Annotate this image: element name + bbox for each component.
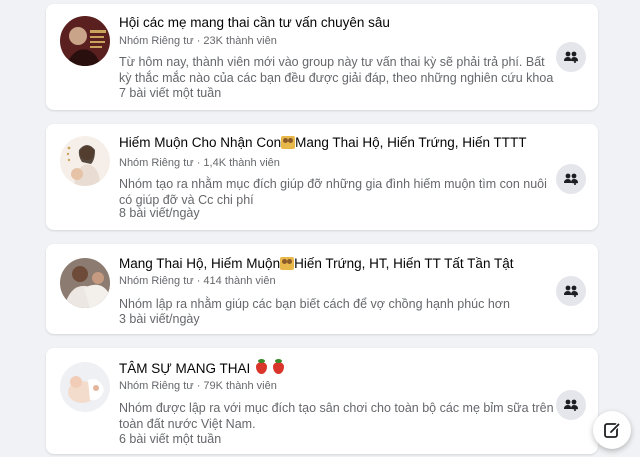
meta-separator: · bbox=[196, 380, 201, 392]
group-post-frequency: 7 bài viết một tuần bbox=[119, 86, 222, 100]
meta-separator: · bbox=[196, 275, 201, 287]
strawberry-emoji-icon bbox=[256, 359, 268, 374]
group-privacy: Nhóm Riêng tư bbox=[119, 35, 194, 47]
group-name[interactable]: Hội các mẹ mang thai cần tư vấn chuyên s… bbox=[119, 15, 390, 30]
group-avatar-image bbox=[60, 16, 110, 66]
group-join-icon bbox=[564, 51, 578, 63]
join-group-button[interactable] bbox=[556, 276, 586, 306]
join-group-button[interactable] bbox=[556, 164, 586, 194]
family-emoji-icon bbox=[280, 257, 295, 270]
group-join-icon bbox=[564, 173, 578, 185]
group-description: Nhóm được lập ra với mục đích tạo sân ch… bbox=[119, 401, 554, 431]
compose-icon bbox=[604, 423, 620, 438]
group-card[interactable]: Mang Thai Hộ, Hiếm Muộn Hiến Trứng, HT, H… bbox=[46, 244, 598, 334]
group-card[interactable]: Hội các mẹ mang thai cần tư vấn chuyên s… bbox=[46, 4, 598, 110]
group-name[interactable]: Hiếm Muộn Cho Nhận Con Mang Thai Hộ, Hiến… bbox=[119, 135, 526, 150]
group-description: Nhóm lập ra nhằm giúp các bạn biết cách … bbox=[119, 297, 510, 311]
group-members: 414 thành viên bbox=[203, 275, 276, 287]
group-card[interactable]: TÂM SỰ MANG THAI Nhóm Riêng tư · 79K thà… bbox=[46, 348, 598, 454]
group-join-icon bbox=[564, 399, 578, 411]
group-avatar[interactable] bbox=[60, 258, 110, 308]
group-meta: Nhóm Riêng tư · 414 thành viên bbox=[119, 275, 276, 287]
group-privacy: Nhóm Riêng tư bbox=[119, 275, 194, 287]
group-name-text: TÂM SỰ MANG THAI bbox=[119, 361, 251, 376]
meta-separator: · bbox=[196, 35, 201, 47]
group-post-frequency: 3 bài viết/ngày bbox=[119, 312, 200, 326]
group-join-icon bbox=[564, 285, 578, 297]
group-post-frequency: 8 bài viết/ngày bbox=[119, 206, 200, 220]
group-post-frequency: 6 bài viết một tuần bbox=[119, 432, 222, 446]
group-members: 23K thành viên bbox=[203, 35, 277, 47]
group-description: Nhóm tạo ra nhằm mục đích giúp đỡ những … bbox=[119, 177, 547, 207]
meta-separator: · bbox=[196, 157, 201, 169]
group-meta: Nhóm Riêng tư · 1,4K thành viên bbox=[119, 157, 280, 169]
family-emoji-icon bbox=[281, 136, 296, 149]
group-card[interactable]: Hiếm Muộn Cho Nhận Con Mang Thai Hộ, Hiến… bbox=[46, 124, 598, 230]
group-name[interactable]: TÂM SỰ MANG THAI bbox=[119, 359, 284, 376]
group-name-part1: Hiếm Muộn Cho Nhận Con bbox=[119, 135, 282, 150]
strawberry-emoji-icon bbox=[272, 359, 284, 374]
group-name[interactable]: Mang Thai Hộ, Hiếm Muộn Hiến Trứng, HT, H… bbox=[119, 256, 513, 271]
group-avatar-image bbox=[60, 258, 110, 308]
group-members: 1,4K thành viên bbox=[203, 157, 280, 169]
group-avatar-image bbox=[60, 362, 110, 412]
group-meta: Nhóm Riêng tư · 79K thành viên bbox=[119, 380, 277, 392]
group-privacy: Nhóm Riêng tư bbox=[119, 157, 194, 169]
join-group-button[interactable] bbox=[556, 42, 586, 72]
group-name-part1: Mang Thai Hộ, Hiếm Muộn bbox=[119, 256, 281, 271]
group-privacy: Nhóm Riêng tư bbox=[119, 380, 194, 392]
group-meta: Nhóm Riêng tư · 23K thành viên bbox=[119, 35, 277, 47]
group-description: Từ hôm nay, thành viên mới vào group này… bbox=[119, 55, 554, 85]
group-name-part2: Mang Thai Hộ, Hiến Trứng, Hiến TTTT bbox=[295, 135, 527, 150]
join-group-button[interactable] bbox=[556, 390, 586, 420]
group-name-part2: Hiến Trứng, HT, Hiến TT Tất Tần Tật bbox=[294, 256, 514, 271]
group-members: 79K thành viên bbox=[203, 380, 277, 392]
groups-list-page: Hội các mẹ mang thai cần tư vấn chuyên s… bbox=[0, 0, 640, 457]
group-avatar[interactable] bbox=[60, 16, 110, 66]
compose-button[interactable] bbox=[593, 411, 631, 449]
group-avatar[interactable] bbox=[60, 362, 110, 412]
group-avatar[interactable] bbox=[60, 136, 110, 186]
group-avatar-image bbox=[60, 136, 110, 186]
